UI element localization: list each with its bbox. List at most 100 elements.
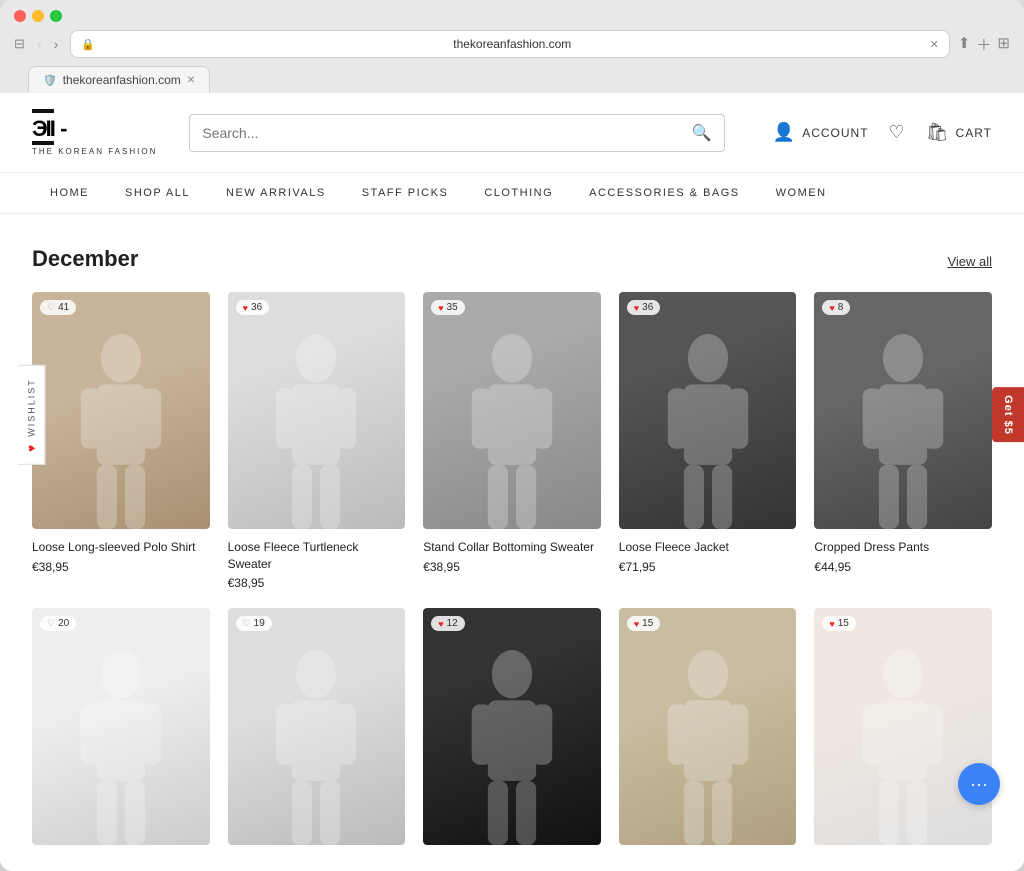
badge-heart-icon: ♥	[829, 619, 834, 629]
back-button[interactable]: ‹	[33, 34, 46, 54]
product-likes-count: 41	[58, 302, 69, 313]
product-image: ♥ 36	[619, 292, 797, 529]
cart-button[interactable]: 🛍 CART	[926, 122, 992, 143]
nav-buttons: ⊟ ‹ ›	[14, 34, 62, 54]
search-bar[interactable]: 🔍	[189, 114, 724, 152]
product-likes-count: 35	[447, 302, 458, 313]
address-bar[interactable]: 🔒 thekoreanfashion.com ✕	[70, 30, 950, 58]
badge-heart-icon: ♥	[438, 303, 443, 313]
browser-window: ⊟ ‹ › 🔒 thekoreanfashion.com ✕ ⬆ ＋ ⊞ 🛡️ …	[0, 0, 1024, 871]
logo-mark: ЭII -	[32, 109, 65, 145]
product-likes-badge: ♥ 35	[431, 300, 464, 315]
nav-clothing[interactable]: CLOTHING	[466, 173, 571, 213]
product-image: ♡ 19	[228, 608, 406, 845]
product-price: €71,95	[619, 560, 797, 574]
get5-button[interactable]: Get $5	[992, 387, 1024, 443]
product-card[interactable]: ♥ 36 Loose Fleece Jacket €71,95	[619, 292, 797, 590]
badge-heart-icon: ♡	[47, 618, 55, 629]
nav-staff-picks[interactable]: STAFF PICKS	[344, 173, 467, 213]
nav-accessories-bags[interactable]: ACCESSORIES & BAGS	[571, 173, 757, 213]
wishlist-button[interactable]: ♡	[889, 122, 906, 143]
traffic-lights	[14, 10, 1010, 22]
minimize-button[interactable]	[32, 10, 44, 22]
forward-button[interactable]: ›	[50, 34, 63, 54]
grid-icon[interactable]: ⊞	[997, 34, 1010, 55]
wishlist-label: WISHLIST	[26, 378, 36, 437]
wishlist-heart-icon: ♥	[24, 442, 38, 451]
section-title: December	[32, 246, 138, 272]
nav-shop-all[interactable]: SHOP ALL	[107, 173, 208, 213]
product-card[interactable]: ♥ 35 Stand Collar Bottoming Sweater €38,…	[423, 292, 601, 590]
tab-favicon: 🛡️	[43, 74, 57, 87]
product-card[interactable]: ♡ 41 Loose Long-sleeved Polo Shirt €38,9…	[32, 292, 210, 590]
product-name: Loose Long-sleeved Polo Shirt	[32, 539, 210, 556]
view-all-link[interactable]: View all	[947, 254, 992, 269]
product-image: ♡ 20	[32, 608, 210, 845]
wishlist-tab[interactable]: ♥ WISHLIST	[18, 365, 45, 465]
account-button[interactable]: 👤 ACCOUNT	[773, 122, 869, 143]
product-likes-badge: ♡ 20	[40, 616, 76, 631]
nav-women[interactable]: WOMEN	[758, 173, 845, 213]
chat-button[interactable]: ···	[958, 763, 1000, 805]
account-label: ACCOUNT	[802, 126, 868, 140]
product-likes-count: 20	[58, 618, 69, 629]
tab-bar: 🛡️ thekoreanfashion.com ✕	[14, 66, 1010, 93]
sidebar-toggle-icon[interactable]: ⊟	[14, 36, 25, 52]
cart-icon: 🛍	[926, 122, 950, 143]
badge-heart-icon: ♥	[634, 619, 639, 629]
product-likes-count: 15	[838, 618, 849, 629]
product-image: ♥ 15	[619, 608, 797, 845]
account-icon: 👤	[773, 122, 796, 143]
share-icon[interactable]: ⬆	[958, 34, 971, 55]
product-image: ♡ 41	[32, 292, 210, 529]
nav-home[interactable]: HOME	[32, 173, 107, 213]
site-header: ЭII - The Korean Fashion 🔍 👤 ACCOUNT ♡	[0, 93, 1024, 173]
nav-new-arrivals[interactable]: NEW ARRIVALS	[208, 173, 344, 213]
active-tab[interactable]: 🛡️ thekoreanfashion.com ✕	[28, 66, 210, 93]
browser-toolbar: ⊟ ‹ › 🔒 thekoreanfashion.com ✕ ⬆ ＋ ⊞	[14, 30, 1010, 66]
product-likes-count: 8	[838, 302, 844, 313]
products-grid: ♡ 41 Loose Long-sleeved Polo Shirt €38,9…	[32, 292, 992, 855]
product-likes-count: 36	[642, 302, 653, 313]
product-name: Loose Fleece Jacket	[619, 539, 797, 556]
product-likes-badge: ♥ 12	[431, 616, 464, 631]
product-likes-badge: ♥ 36	[627, 300, 660, 315]
badge-heart-icon: ♥	[438, 619, 443, 629]
product-image: ♥ 12	[423, 608, 601, 845]
page-content: ЭII - The Korean Fashion 🔍 👤 ACCOUNT ♡	[0, 93, 1024, 871]
product-card[interactable]: ♡ 20	[32, 608, 210, 855]
product-likes-count: 19	[254, 618, 265, 629]
logo-area[interactable]: ЭII - The Korean Fashion	[32, 109, 157, 156]
product-image: ♥ 15	[814, 608, 992, 845]
badge-heart-icon: ♥	[243, 303, 248, 313]
tab-close-icon[interactable]: ✕	[187, 75, 195, 86]
close-tab-icon[interactable]: ✕	[930, 38, 939, 51]
search-input[interactable]	[202, 125, 684, 141]
product-card[interactable]: ♡ 19	[228, 608, 406, 855]
get5-label: Get $5	[1002, 395, 1014, 435]
product-likes-badge: ♡ 41	[40, 300, 76, 315]
logo-subtitle: The Korean Fashion	[32, 147, 157, 156]
product-card[interactable]: ♥ 8 Cropped Dress Pants €44,95	[814, 292, 992, 590]
badge-heart-icon: ♥	[634, 303, 639, 313]
product-image: ♥ 36	[228, 292, 406, 529]
product-card[interactable]: ♥ 15	[619, 608, 797, 855]
product-name: Stand Collar Bottoming Sweater	[423, 539, 601, 556]
header-actions: 👤 ACCOUNT ♡ 🛍 CART	[773, 122, 992, 143]
product-likes-count: 36	[251, 302, 262, 313]
product-price: €38,95	[423, 560, 601, 574]
search-icon[interactable]: 🔍	[692, 123, 712, 143]
product-name: Cropped Dress Pants	[814, 539, 992, 556]
product-card[interactable]: ♥ 15	[814, 608, 992, 855]
product-image: ♥ 8	[814, 292, 992, 529]
badge-heart-icon: ♡	[47, 302, 55, 313]
product-name: Loose Fleece Turtleneck Sweater	[228, 539, 406, 573]
security-icon: 🔒	[81, 38, 95, 51]
new-tab-icon[interactable]: ＋	[976, 34, 991, 55]
close-button[interactable]	[14, 10, 26, 22]
product-likes-badge: ♥ 36	[236, 300, 269, 315]
product-card[interactable]: ♥ 12	[423, 608, 601, 855]
maximize-button[interactable]	[50, 10, 62, 22]
product-card[interactable]: ♥ 36 Loose Fleece Turtleneck Sweater €38…	[228, 292, 406, 590]
product-price: €44,95	[814, 560, 992, 574]
